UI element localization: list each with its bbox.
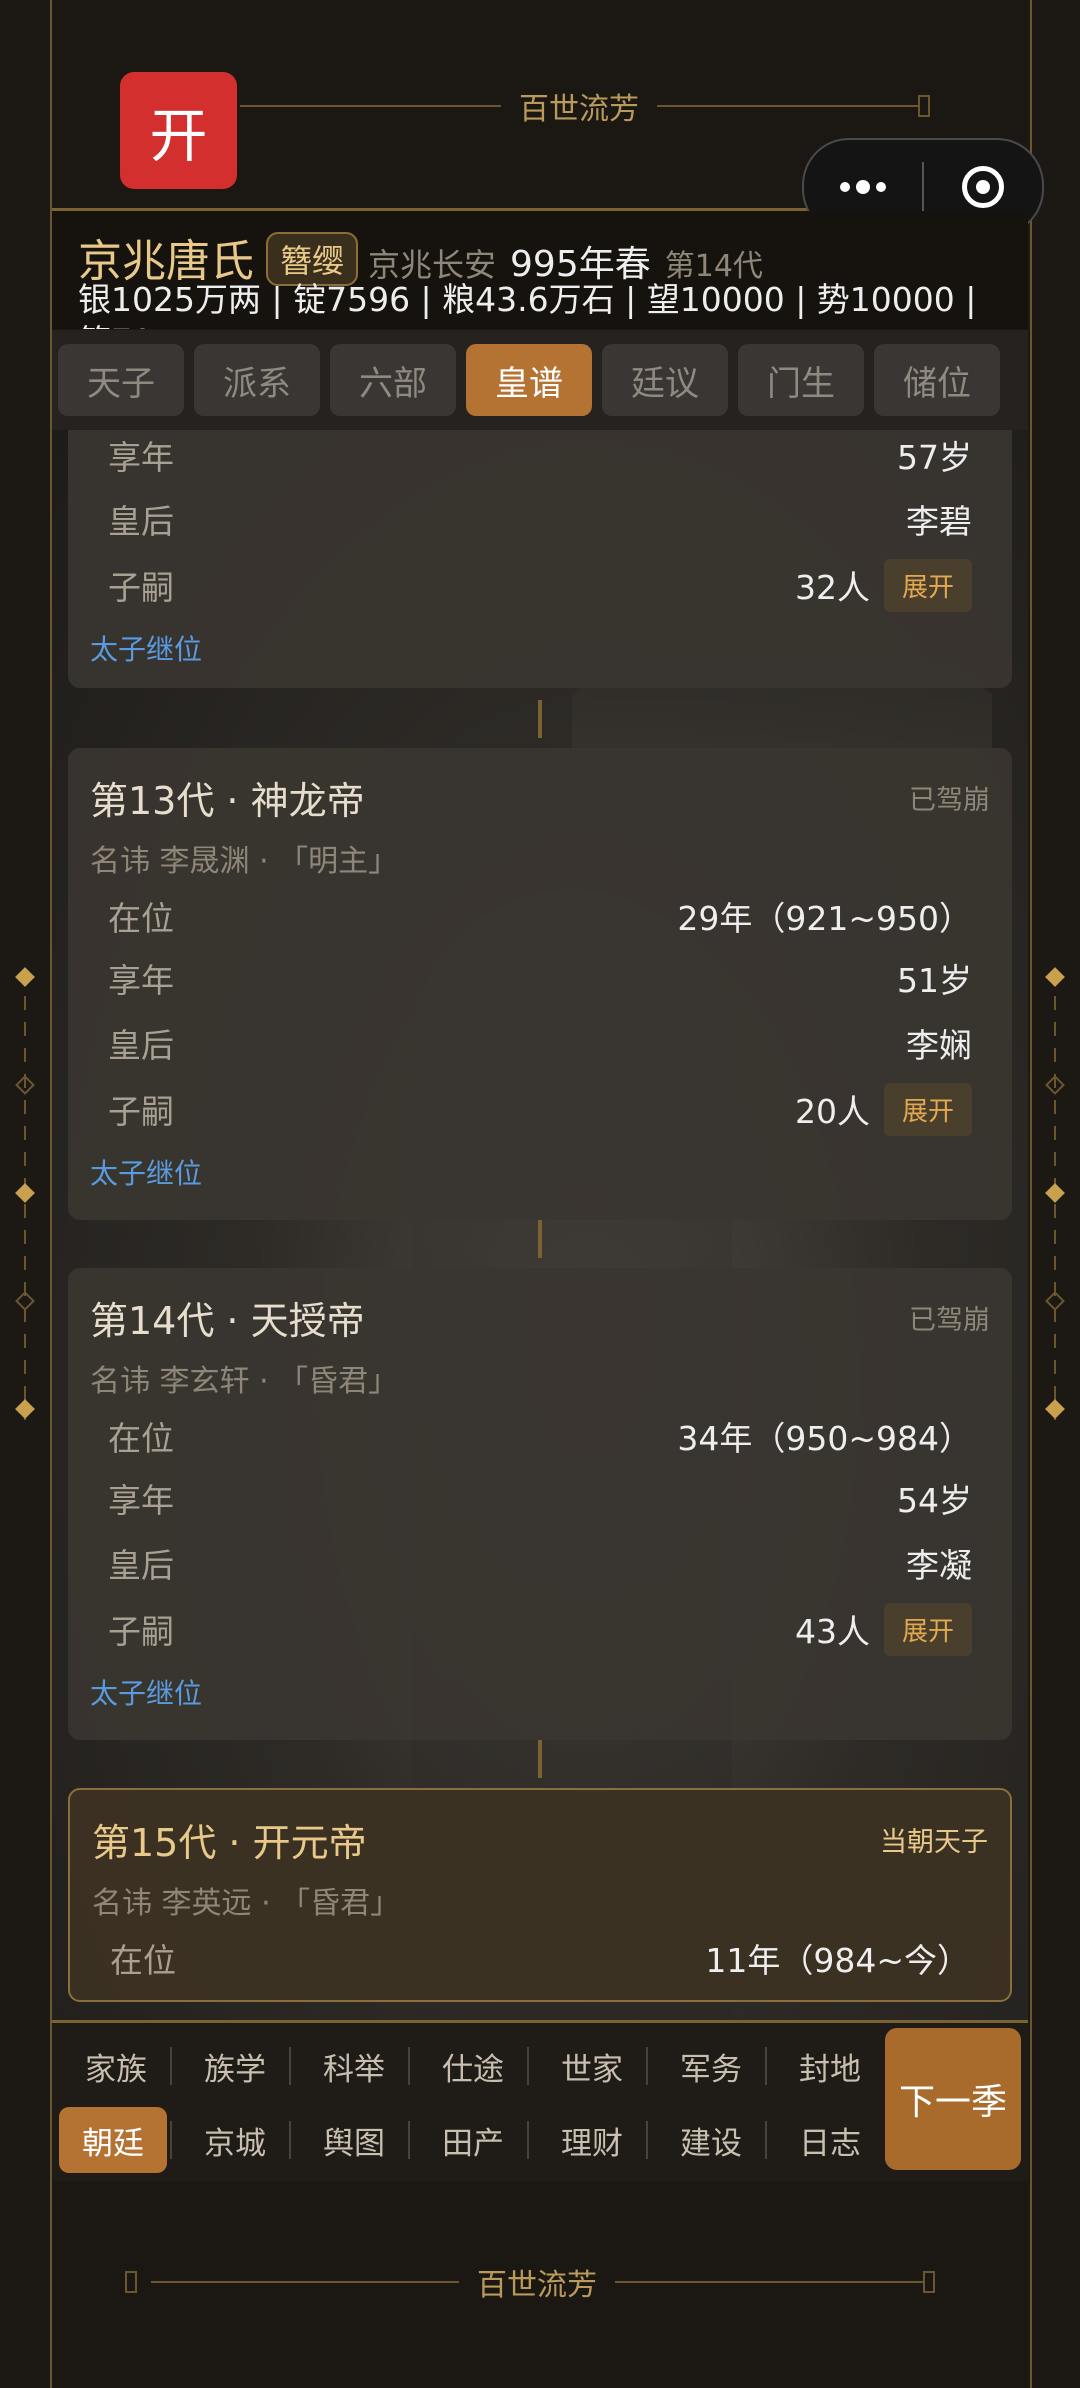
resource-stats: 银1025万两 | 锭7596 | 粮43.6万石 | 望10000 | 势10… [78,280,977,319]
clan-header: 京兆唐氏 簪缨 京兆长安 995年春 第14代 银1025万两 | 锭7596 … [52,211,1028,329]
menu-chaoting[interactable]: 朝廷 [59,2107,167,2173]
emperor-name: 名讳 李玄轩 · 「昏君」 [90,1364,399,1399]
menu-keju[interactable]: 科举 [295,2033,413,2099]
tab-liubu[interactable]: 六部 [330,344,456,416]
empress-row: 皇后 李娴 [108,1026,972,1065]
emperor-status: 当朝天子 [880,1827,988,1858]
age-row: 享年 57岁 [108,438,972,477]
tab-tingyi[interactable]: 廷议 [602,344,728,416]
menu-jingcheng[interactable]: 京城 [176,2107,294,2173]
emperor-title: 第15代 · 开元帝 [92,1821,367,1865]
heirs-row: 子嗣 32人 展开 [108,558,972,612]
menu-zuxue[interactable]: 族学 [176,2033,294,2099]
age-row: 享年 54岁 [108,1481,972,1520]
bottom-menu: 家族 族学 科举 仕途 世家 军务 封地 朝廷 京城 舆图 田产 理财 建设 日… [52,2020,1028,2184]
imperial-genealogy[interactable]: 享年 57岁 皇后 李碧 子嗣 32人 展开 太子继位 第13代 · 神龙帝 已驾崩 … [52,430,1028,2020]
footer-banner: 百世流芳 [125,2262,935,2303]
more-menu-button[interactable] [804,180,922,194]
tab-huangpu[interactable]: 皇谱 [466,344,592,416]
tab-mensheng[interactable]: 门生 [738,344,864,416]
empress-row: 皇后 李碧 [108,502,972,541]
expand-button[interactable]: 展开 [883,558,972,612]
emperor-card: 第13代 · 神龙帝 已驾崩 名讳 李晟渊 · 「明主」 在位 29年（921~9… [68,748,1012,1220]
emperor-title: 第14代 · 天授帝 [90,1299,365,1343]
emperor-card: 第14代 · 天授帝 已驾崩 名讳 李玄轩 · 「昏君」 在位 34年（950~9… [68,1268,1012,1740]
tab-chuwei[interactable]: 储位 [874,344,1000,416]
right-ornament [1045,967,1065,1420]
menu-yutu[interactable]: 舆图 [295,2107,413,2173]
menu-jiazu[interactable]: 家族 [57,2033,175,2099]
banner-text: 百世流芳 [519,92,639,127]
age-row: 享年 51岁 [108,961,972,1000]
menu-jianshe[interactable]: 建设 [652,2107,770,2173]
left-ornament [15,967,35,1420]
empress-row: 皇后 李凝 [108,1546,972,1585]
menu-rizhi[interactable]: 日志 [771,2107,889,2173]
footer-banner-text: 百世流芳 [477,2268,597,2303]
menu-shitu[interactable]: 仕途 [414,2033,532,2099]
reign-row: 在位 34年（950~984） [108,1419,972,1458]
close-mini-program-button[interactable] [924,166,1042,208]
more-dots-icon [840,180,886,194]
current-emperor-card: 第15代 · 开元帝 当朝天子 名讳 李英远 · 「昏君」 在位 11年（984~… [68,1788,1012,2002]
resource-stats-cut: 第70 [78,315,153,329]
menu-junwu[interactable]: 军务 [652,2033,770,2099]
heirs-row: 子嗣 20人 展开 [108,1082,972,1136]
reign-row: 在位 11年（984~今） [110,1941,970,1980]
court-tabs: 天子 派系 六部 皇谱 廷议 门生 储位 [52,330,1028,430]
heirs-row: 子嗣 43人 展开 [108,1602,972,1656]
emperor-card: 享年 57岁 皇后 李碧 子嗣 32人 展开 太子继位 [68,430,1012,688]
tab-paixi[interactable]: 派系 [194,344,320,416]
menu-licai[interactable]: 理财 [533,2107,651,2173]
expand-button[interactable]: 展开 [883,1602,972,1656]
succession-link[interactable]: 太子继位 [90,628,202,668]
menu-shijia[interactable]: 世家 [533,2033,651,2099]
succession-link[interactable]: 太子继位 [90,1152,202,1192]
title-banner: 百世流芳 [240,86,930,127]
emperor-title: 第13代 · 神龙帝 [90,779,365,823]
emperor-name: 名讳 李英远 · 「昏君」 [92,1886,401,1921]
menu-tianchan[interactable]: 田产 [414,2107,532,2173]
reign-row: 在位 29年（921~950） [108,899,972,938]
emperor-status: 已驾崩 [909,785,990,816]
target-icon [962,166,1004,208]
menu-fengdi[interactable]: 封地 [771,2033,889,2099]
next-season-button[interactable]: 下一季 [885,2028,1021,2170]
emperor-name: 名讳 李晟渊 · 「明主」 [90,844,399,879]
expand-button[interactable]: 展开 [883,1082,972,1136]
succession-link[interactable]: 太子继位 [90,1672,202,1712]
open-button[interactable]: 开 [120,72,237,189]
tab-tianzi[interactable]: 天子 [58,344,184,416]
emperor-status: 已驾崩 [909,1305,990,1336]
